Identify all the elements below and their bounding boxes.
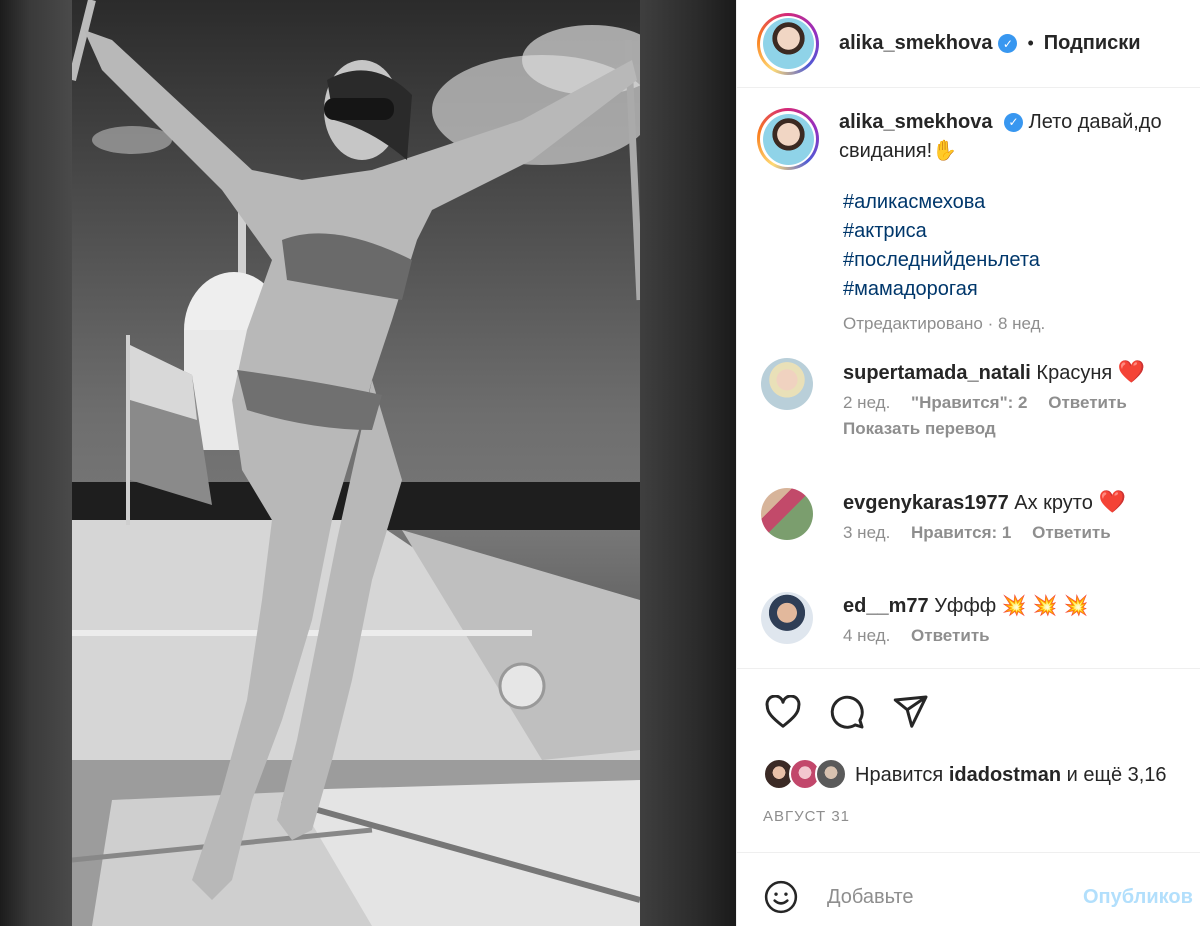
reply-button[interactable]: Ответить <box>1048 393 1127 412</box>
verified-badge-icon: ✓ <box>1004 113 1023 133</box>
hashtag-link[interactable]: #мамадорогая <box>843 275 1197 304</box>
commenter-avatar[interactable] <box>761 358 813 410</box>
add-comment-input[interactable] <box>827 885 1057 909</box>
verified-badge-icon: ✓ <box>998 34 1018 53</box>
comment-likes-count[interactable]: Нравится: 1 <box>911 523 1011 542</box>
post-caption: alika_smekhova ✓ Лето давай,до свидания!… <box>757 108 1197 334</box>
header-separator: • <box>1027 33 1034 53</box>
likes-summary: Нравится idadostman и ещё 3,16 <box>763 758 1167 792</box>
author-avatar-image <box>762 18 814 69</box>
liker-avatar[interactable] <box>815 758 847 790</box>
commenter-avatar[interactable] <box>761 592 813 644</box>
liker-avatars <box>763 758 847 792</box>
hashtag-link[interactable]: #актриса <box>843 217 1197 246</box>
media-pane <box>0 0 736 926</box>
likes-username[interactable]: idadostman <box>949 764 1061 786</box>
comment-item: ed__m77 Уффф 💥💥💥 4 нед. Ответить <box>761 592 1200 646</box>
heart-icon[interactable] <box>763 692 803 732</box>
comment-text: Красуня <box>1036 362 1113 384</box>
comment-username[interactable]: supertamada_natali <box>843 362 1031 384</box>
comment-item: supertamada_natali Красуня ❤️ 2 нед. "Нр… <box>761 358 1200 439</box>
comment-text: Уффф <box>934 595 997 617</box>
post-photo-image <box>72 0 640 926</box>
comment-time[interactable]: 4 нед. <box>843 626 890 645</box>
post-date[interactable]: АВГУСТ 31 <box>763 808 850 825</box>
collision-emoji: 💥💥💥 <box>1001 595 1095 617</box>
caption-edited-meta: Отредактировано · 8 нед. <box>843 314 1046 333</box>
hashtag-link[interactable]: #аликасмехова <box>843 188 1197 217</box>
comment-username[interactable]: ed__m77 <box>843 595 929 617</box>
post-header: alika_smekhova ✓ • Подписки <box>737 0 1200 88</box>
share-icon[interactable] <box>891 692 931 732</box>
likes-prefix: Нравится <box>855 763 944 786</box>
add-comment-bar: Опубликов <box>763 872 1200 922</box>
publish-button[interactable]: Опубликов <box>1083 886 1193 909</box>
comment-time[interactable]: 3 нед. <box>843 523 890 542</box>
heart-emoji: ❤️ <box>1117 359 1146 384</box>
post-actions <box>763 692 931 732</box>
reply-button[interactable]: Ответить <box>1032 523 1111 542</box>
post-side-panel: alika_smekhova ✓ • Подписки alika_smekho… <box>736 0 1200 926</box>
reply-button[interactable]: Ответить <box>911 626 990 645</box>
comment-likes-count[interactable]: "Нравится": 2 <box>911 393 1027 412</box>
show-translation-button[interactable]: Показать перевод <box>843 419 1145 439</box>
comment-time[interactable]: 2 нед. <box>843 393 890 412</box>
following-button[interactable]: Подписки <box>1044 32 1141 55</box>
caption-author-avatar[interactable] <box>757 108 819 170</box>
caption-username[interactable]: alika_smekhova <box>839 111 992 133</box>
heart-emoji: ❤️ <box>1098 489 1126 514</box>
actions-divider <box>737 668 1200 669</box>
comment-item: evgenykaras1977 Ах круто ❤️ 3 нед. Нрави… <box>761 488 1200 543</box>
comment-icon[interactable] <box>827 692 867 732</box>
likes-others[interactable]: и ещё 3,16 <box>1067 764 1167 786</box>
comment-text: Ах круто <box>1014 492 1093 514</box>
comment-box-divider <box>737 852 1200 853</box>
hashtag-list: #аликасмехова #актриса #последнийденьлет… <box>843 188 1197 304</box>
author-avatar[interactable] <box>757 12 819 75</box>
post-photo[interactable] <box>72 0 640 926</box>
author-username[interactable]: alika_smekhova <box>839 32 992 55</box>
comment-username[interactable]: evgenykaras1977 <box>843 492 1009 514</box>
hashtag-link[interactable]: #последнийденьлета <box>843 246 1197 275</box>
commenter-avatar[interactable] <box>761 488 813 540</box>
emoji-icon[interactable] <box>763 879 799 915</box>
